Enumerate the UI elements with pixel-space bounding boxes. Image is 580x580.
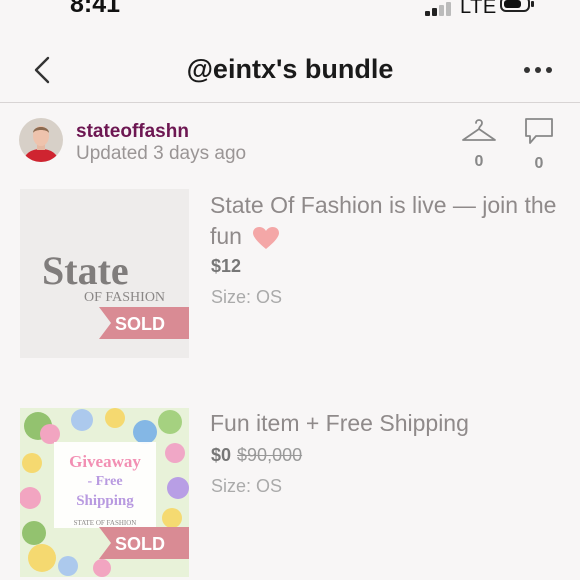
comment-button[interactable]: 0: [522, 116, 556, 173]
signal-icon: [425, 2, 455, 16]
listing-title[interactable]: State Of Fashion is live — join the fun: [210, 190, 560, 252]
page-title: @eintx's bundle: [186, 54, 394, 84]
ellipsis-icon: [524, 67, 552, 73]
seller-username[interactable]: stateoffashn: [76, 121, 189, 143]
current-price: $0: [211, 445, 232, 465]
hanger-icon: [462, 119, 496, 141]
status-time: 8:41: [70, 0, 121, 18]
status-bar: 8:41 LTE: [0, 0, 580, 22]
free-text: - Free: [87, 474, 122, 489]
more-options-button[interactable]: [520, 58, 556, 82]
logo-subtext: OF FASHION: [84, 290, 165, 305]
logo-text: State: [42, 248, 129, 293]
footer-text: STATE OF FASHION: [74, 519, 137, 527]
seller-avatar[interactable]: [19, 118, 63, 162]
heart-icon: [253, 226, 280, 249]
sold-badge: SOLD: [115, 534, 165, 554]
shipping-text: Shipping: [76, 493, 134, 509]
listing-image[interactable]: State OF FASHION SOLD: [20, 189, 189, 358]
like-count: 0: [474, 153, 484, 170]
listing-size: Size: OS: [211, 476, 283, 496]
comment-icon: [525, 118, 553, 144]
listing-price: $0 $90,000: [211, 445, 302, 466]
like-button[interactable]: 0: [460, 116, 498, 171]
battery-icon: [500, 0, 534, 12]
updated-timestamp: Updated 3 days ago: [76, 143, 247, 164]
comment-count: 0: [534, 155, 544, 172]
listing-price: $12: [211, 256, 242, 276]
original-price: $90,000: [237, 445, 303, 465]
nav-bar: @eintx's bundle: [0, 40, 580, 103]
listing-image[interactable]: Giveaway - Free Shipping STATE OF FASHIO…: [20, 408, 189, 577]
listing-title[interactable]: Fun item + Free Shipping: [210, 408, 560, 439]
carrier-label: LTE: [460, 0, 497, 18]
listing-size: Size: OS: [211, 287, 283, 307]
sold-badge: SOLD: [115, 314, 165, 334]
giveaway-text: Giveaway: [69, 452, 141, 471]
